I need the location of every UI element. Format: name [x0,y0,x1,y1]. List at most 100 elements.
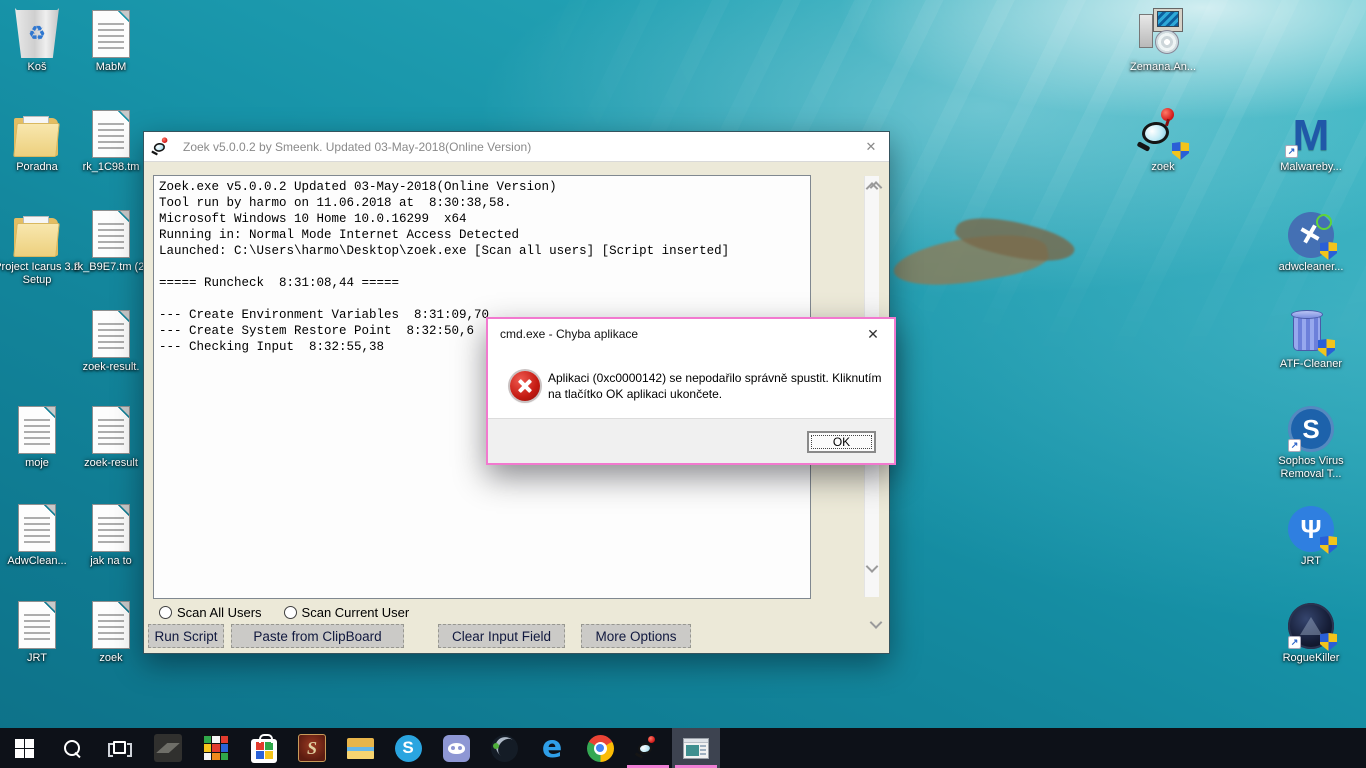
uac-shield-icon [1318,339,1335,357]
desktop-icon-label: Malwareby... [1280,161,1342,174]
close-icon[interactable]: ✕ [859,136,883,158]
desktop-icon-label: zoek-result [84,457,138,470]
taskbar-app-teamspeak[interactable] [480,728,528,768]
window-title: Zoek v5.0.0.2 by Smeenk. Updated 03-May-… [183,140,531,154]
malwarebytes-icon: M↗ [1285,110,1337,158]
task-view-icon [108,740,132,756]
desktop-icon-label: jak na to [90,555,132,568]
document-icon [92,406,130,454]
task-view-button[interactable] [96,728,144,768]
taskbar-app-zoek[interactable] [624,728,672,768]
desktop-icon-rkb9e7[interactable]: rk_B9E7.tm (2) [68,206,154,274]
desktop-icon-label: rk_B9E7.tm (2) [74,261,148,274]
desktop-icon-zoek-result-1[interactable]: zoek-result. [68,306,154,374]
desktop-icon-malwarebytes[interactable]: M↗ Malwareby... [1268,106,1354,174]
desktop-icon-adwcleaner[interactable]: adwcleaner... [1268,206,1354,274]
radio-scan-current-user[interactable]: Scan Current User [284,605,410,620]
desktop-icon-rk1c98[interactable]: rk_1C98.tm [68,106,154,174]
taskbar: S S e [0,728,1366,768]
clear-input-button[interactable]: Clear Input Field [438,624,565,648]
folder-icon [14,116,60,158]
radio-scan-all-users[interactable]: Scan All Users [159,605,262,620]
document-icon [92,310,130,358]
taskbar-app-game[interactable] [144,728,192,768]
desktop-icon-zemana[interactable]: Zemana.An... [1120,6,1206,74]
dialog-message: Aplikaci (0xc0000142) se nepodařilo sprá… [548,370,888,402]
zoek-magnifier-icon [637,736,659,760]
window-icon [683,738,709,759]
taskbar-app-rubiks[interactable] [192,728,240,768]
radio-label: Scan Current User [302,605,410,620]
desktop-icon-label: JRT [1301,555,1321,568]
desktop-icon-label: Sophos Virus Removal T... [1268,455,1354,481]
zoek-magnifier-icon [1139,108,1187,158]
document-icon [18,601,56,649]
roguekiller-icon: ↗ [1288,603,1334,649]
search-button[interactable] [48,728,96,768]
document-icon [92,210,130,258]
adwcleaner-icon [1288,212,1334,258]
taskbar-app-cmd-dialog[interactable] [672,728,720,768]
skype-icon: S [395,735,422,762]
shortcut-arrow-icon: ↗ [1285,145,1298,158]
desktop-icon-label: RogueKiller [1283,652,1340,665]
discord-icon [443,735,470,762]
chrome-icon [587,735,614,762]
zoek-titlebar[interactable]: Zoek v5.0.0.2 by Smeenk. Updated 03-May-… [144,132,889,162]
desktop-icon-label: zoek [99,652,122,665]
radio-circle-icon[interactable] [159,606,172,619]
start-button[interactable] [0,728,48,768]
desktop-icon-label: Poradna [16,161,58,174]
more-options-button[interactable]: More Options [581,624,691,648]
desktop-icon-zoek-app[interactable]: zoek [1120,106,1206,174]
zoek-app-icon [153,137,171,156]
taskbar-app-skype[interactable]: S [384,728,432,768]
desktop-icon-label: rk_1C98.tm [83,161,140,174]
file-explorer-icon [347,738,374,759]
uac-shield-icon [1320,633,1337,651]
desktop-icon-roguekiller[interactable]: ↗ RogueKiller [1268,597,1354,665]
desktop-icon-label: ATF-Cleaner [1280,358,1342,371]
microsoft-store-icon [251,739,277,763]
taskbar-app-game-s[interactable]: S [288,728,336,768]
taskbar-app-edge[interactable]: e [528,728,576,768]
game-icon [154,734,182,762]
scroll-up-icon[interactable] [870,181,883,194]
rubiks-cube-icon [203,735,229,761]
teamspeak-icon [491,735,518,762]
desktop-icon-sophos[interactable]: S↗ Sophos Virus Removal T... [1268,400,1354,481]
shortcut-arrow-icon: ↗ [1288,636,1301,649]
document-icon [92,10,130,58]
run-script-button[interactable]: Run Script [148,624,224,648]
taskbar-app-file-explorer[interactable] [336,728,384,768]
jrt-icon: Ψ [1288,506,1334,552]
dialog-footer: OK [488,418,894,463]
ok-button[interactable]: OK [807,431,876,453]
desktop-icon-label: AdwClean... [7,555,66,568]
radio-label: Scan All Users [177,605,262,620]
document-icon [18,504,56,552]
desktop-icon-atf-cleaner[interactable]: ATF-Cleaner [1268,303,1354,371]
desktop-icon-jak-na-to[interactable]: jak na to [68,500,154,568]
recycle-bin-icon: ♻ [15,8,59,58]
desktop-icon-zoek-result-2[interactable]: zoek-result [68,402,154,470]
desktop: ♻ Koš MabM Poradna rk_1C98.tm Project Ic… [0,0,1366,768]
desktop-icon-mabm[interactable]: MabM [68,6,154,74]
taskbar-app-chrome[interactable] [576,728,624,768]
document-icon [92,110,130,158]
document-icon [92,504,130,552]
taskbar-app-discord[interactable] [432,728,480,768]
radio-circle-icon[interactable] [284,606,297,619]
desktop-icon-label: zoek-result. [83,361,140,374]
desktop-icon-zoek-doc[interactable]: zoek [68,597,154,665]
desktop-icon-jrt-app[interactable]: Ψ JRT [1268,500,1354,568]
desktop-icon-label: adwcleaner... [1279,261,1344,274]
taskbar-app-store[interactable] [240,728,288,768]
close-icon[interactable]: ✕ [860,323,886,345]
paste-clipboard-button[interactable]: Paste from ClipBoard [231,624,404,648]
edge-icon: e [542,734,562,762]
atf-cleaner-icon [1291,307,1331,355]
game-s-icon: S [298,734,326,762]
sophos-icon: S↗ [1288,406,1334,452]
windows-logo-icon [15,739,34,758]
